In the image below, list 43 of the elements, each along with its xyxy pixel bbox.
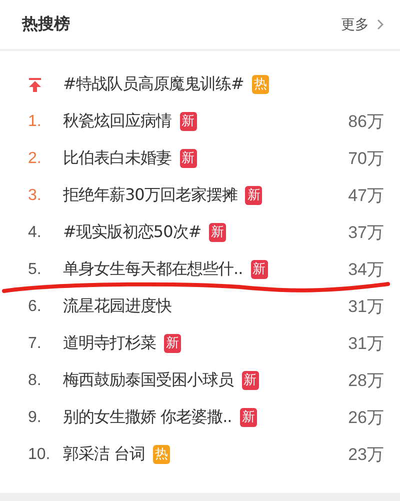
topic-link[interactable]: #现实版初恋50次#	[63, 222, 202, 243]
search-count: 70万	[348, 148, 384, 170]
rank-number: 3.	[28, 186, 42, 204]
new-tag: 新	[242, 371, 258, 390]
search-count: 28万	[348, 370, 384, 392]
new-tag: 新	[245, 186, 262, 205]
topic-link[interactable]: 郭采洁 台词	[63, 444, 146, 465]
hot-tag: 热	[252, 75, 269, 94]
rank-number: 9.	[28, 408, 42, 426]
rank-number: 1.	[28, 112, 42, 130]
rank-number: 10.	[28, 446, 50, 464]
search-count: 34万	[348, 259, 384, 281]
topic-link[interactable]: 单身女生每天都在想些什..	[63, 259, 243, 280]
topic-link[interactable]: #特战队员高原魔鬼训练#	[63, 74, 244, 95]
topic-link[interactable]: 道明寺打杉菜	[63, 333, 156, 354]
topic-link[interactable]: 比伯表白未婚妻	[63, 148, 172, 169]
search-count: 31万	[348, 333, 384, 355]
search-count: 23万	[348, 444, 384, 466]
hot-tag: 热	[153, 445, 170, 464]
search-count: 47万	[348, 185, 384, 207]
topic-link[interactable]: 别的女生撒娇 你老婆撒..	[63, 407, 232, 428]
new-tag: 新	[209, 223, 226, 242]
search-count: 26万	[348, 407, 384, 429]
rank-number: 2.	[28, 150, 42, 168]
new-tag: 新	[250, 260, 268, 279]
topic-link[interactable]: 拒绝年薪30万回老家摆摊	[63, 185, 238, 206]
new-tag: 新	[180, 112, 196, 131]
topic-link[interactable]: 梅西鼓励泰国受困小球员	[63, 370, 234, 391]
new-tag: 新	[164, 334, 181, 353]
more-link[interactable]: 更多	[341, 16, 384, 34]
search-count: 31万	[348, 296, 384, 318]
search-count: 86万	[348, 111, 384, 133]
rank-number: 5.	[28, 260, 42, 278]
new-tag: 新	[180, 149, 196, 168]
search-count: 37万	[348, 222, 384, 244]
new-tag: 新	[240, 408, 257, 427]
rank-number: 7.	[28, 334, 42, 352]
topic-link[interactable]: 流星花园进度快	[63, 296, 172, 317]
rank-number: 6.	[28, 298, 42, 316]
topic-link[interactable]: 秋瓷炫回应病情	[63, 111, 172, 132]
rank-number: 4.	[28, 224, 42, 242]
rank-number: 8.	[28, 372, 42, 390]
panel-title: 热搜榜	[22, 14, 70, 35]
